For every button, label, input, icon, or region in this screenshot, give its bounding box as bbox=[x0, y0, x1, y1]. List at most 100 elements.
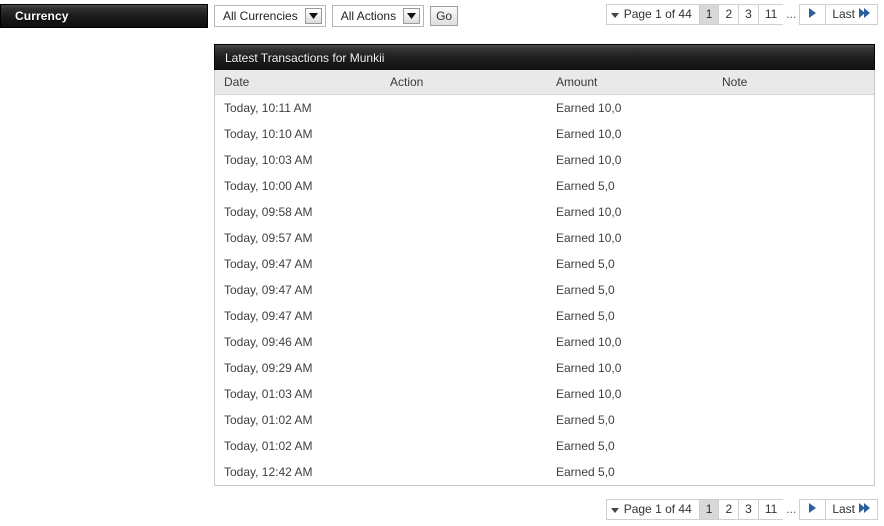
cell-note bbox=[713, 329, 874, 355]
cell-amount: Earned 5,0 bbox=[547, 277, 713, 303]
table-row[interactable]: Today, 01:03 AM Earned 10,0 bbox=[215, 381, 874, 407]
last-page-label: Last bbox=[832, 7, 855, 21]
play-right-icon bbox=[809, 500, 817, 519]
cell-action bbox=[381, 225, 547, 251]
page-ellipsis: ... bbox=[786, 502, 797, 516]
cell-action bbox=[381, 121, 547, 147]
cell-date: Today, 10:00 AM bbox=[215, 173, 381, 199]
cell-date: Today, 09:47 AM bbox=[215, 303, 381, 329]
last-page-label: Last bbox=[832, 502, 855, 516]
table-row[interactable]: Today, 01:02 AM Earned 5,0 bbox=[215, 407, 874, 433]
table-row[interactable]: Today, 10:11 AM Earned 10,0 bbox=[215, 94, 874, 121]
cell-action bbox=[381, 381, 547, 407]
cell-action bbox=[381, 173, 547, 199]
cell-date: Today, 10:10 AM bbox=[215, 121, 381, 147]
cell-amount: Earned 5,0 bbox=[547, 407, 713, 433]
cell-date: Today, 09:47 AM bbox=[215, 251, 381, 277]
page-ellipsis: ... bbox=[786, 7, 797, 21]
cell-amount: Earned 10,0 bbox=[547, 94, 713, 121]
cell-amount: Earned 5,0 bbox=[547, 433, 713, 459]
cell-note bbox=[713, 251, 874, 277]
page-root: Currency All Currencies All Actions Go P… bbox=[0, 0, 884, 526]
cell-amount: Earned 10,0 bbox=[547, 121, 713, 147]
play-right-icon bbox=[809, 5, 817, 24]
transactions-table: Date Action Amount Note Today, 10:11 AM E… bbox=[215, 70, 874, 485]
cell-date: Today, 09:58 AM bbox=[215, 199, 381, 225]
column-header-amount[interactable]: Amount bbox=[547, 70, 713, 95]
table-head: Date Action Amount Note bbox=[215, 70, 874, 95]
cell-note bbox=[713, 199, 874, 225]
cell-note bbox=[713, 433, 874, 459]
last-page-button[interactable]: Last bbox=[825, 4, 878, 25]
go-button[interactable]: Go bbox=[430, 6, 459, 26]
cell-note bbox=[713, 121, 874, 147]
table-row[interactable]: Today, 09:57 AM Earned 10,0 bbox=[215, 225, 874, 251]
cell-date: Today, 09:47 AM bbox=[215, 277, 381, 303]
table-row[interactable]: Today, 09:29 AM Earned 10,0 bbox=[215, 355, 874, 381]
cell-action bbox=[381, 251, 547, 277]
cell-note bbox=[713, 225, 874, 251]
next-page-button[interactable] bbox=[799, 4, 826, 25]
caret-down-icon bbox=[610, 5, 619, 24]
page-indicator-dropdown[interactable]: Page 1 of 44 bbox=[605, 499, 699, 520]
table-row[interactable]: Today, 01:02 AM Earned 5,0 bbox=[215, 433, 874, 459]
chevron-down-icon[interactable] bbox=[403, 8, 421, 24]
table-row[interactable]: Today, 09:47 AM Earned 5,0 bbox=[215, 277, 874, 303]
caret-down-icon bbox=[610, 500, 619, 519]
page-link-2[interactable]: 2 bbox=[718, 4, 739, 25]
cell-note bbox=[713, 381, 874, 407]
last-page-button[interactable]: Last bbox=[825, 499, 878, 520]
page-link-2[interactable]: 2 bbox=[718, 499, 739, 520]
chevron-down-icon[interactable] bbox=[304, 8, 322, 24]
cell-date: Today, 10:03 AM bbox=[215, 147, 381, 173]
page-link-11[interactable]: 11 bbox=[757, 4, 784, 25]
cell-action bbox=[381, 199, 547, 225]
cell-action bbox=[381, 407, 547, 433]
table-row[interactable]: Today, 10:03 AM Earned 10,0 bbox=[215, 147, 874, 173]
transactions-panel: Latest Transactions for Munkii Date Acti… bbox=[214, 44, 875, 486]
cell-amount: Earned 5,0 bbox=[547, 459, 713, 485]
page-link-1[interactable]: 1 bbox=[698, 4, 719, 25]
page-link-3[interactable]: 3 bbox=[738, 499, 758, 520]
table-row[interactable]: Today, 09:47 AM Earned 5,0 bbox=[215, 251, 874, 277]
table-row[interactable]: Today, 09:47 AM Earned 5,0 bbox=[215, 303, 874, 329]
cell-action bbox=[381, 147, 547, 173]
section-header-currency: Currency bbox=[0, 4, 208, 28]
page-indicator-label: Page 1 of 44 bbox=[623, 7, 692, 21]
double-chevron-right-icon bbox=[859, 5, 871, 24]
cell-action bbox=[381, 329, 547, 355]
page-link-1[interactable]: 1 bbox=[698, 499, 719, 520]
column-header-date[interactable]: Date bbox=[215, 70, 381, 95]
column-header-note[interactable]: Note bbox=[713, 70, 874, 95]
currency-filter-select[interactable]: All Currencies bbox=[214, 5, 326, 27]
column-header-action[interactable]: Action bbox=[381, 70, 547, 95]
pagination-top: Page 1 of 44 1 2 3 11 ... Last bbox=[605, 4, 878, 25]
page-link-11[interactable]: 11 bbox=[757, 499, 784, 520]
table-row[interactable]: Today, 09:58 AM Earned 10,0 bbox=[215, 199, 874, 225]
cell-amount: Earned 5,0 bbox=[547, 303, 713, 329]
cell-date: Today, 01:02 AM bbox=[215, 433, 381, 459]
cell-amount: Earned 10,0 bbox=[547, 329, 713, 355]
panel-title: Latest Transactions for Munkii bbox=[214, 44, 875, 70]
table-row[interactable]: Today, 10:00 AM Earned 5,0 bbox=[215, 173, 874, 199]
currency-filter-value: All Currencies bbox=[223, 9, 298, 23]
table-row[interactable]: Today, 12:42 AM Earned 5,0 bbox=[215, 459, 874, 485]
cell-amount: Earned 5,0 bbox=[547, 173, 713, 199]
cell-action bbox=[381, 355, 547, 381]
cell-amount: Earned 10,0 bbox=[547, 147, 713, 173]
cell-action bbox=[381, 303, 547, 329]
action-filter-select[interactable]: All Actions bbox=[331, 5, 425, 27]
table-row[interactable]: Today, 10:10 AM Earned 10,0 bbox=[215, 121, 874, 147]
section-header-title: Currency bbox=[15, 9, 69, 23]
filter-toolbar: All Currencies All Actions Go bbox=[214, 3, 459, 29]
cell-date: Today, 09:46 AM bbox=[215, 329, 381, 355]
page-indicator-label: Page 1 of 44 bbox=[623, 502, 692, 516]
cell-note bbox=[713, 277, 874, 303]
table-row[interactable]: Today, 09:46 AM Earned 10,0 bbox=[215, 329, 874, 355]
next-page-button[interactable] bbox=[799, 499, 826, 520]
page-link-3[interactable]: 3 bbox=[738, 4, 758, 25]
cell-action bbox=[381, 459, 547, 485]
cell-action bbox=[381, 433, 547, 459]
cell-date: Today, 09:57 AM bbox=[215, 225, 381, 251]
page-indicator-dropdown[interactable]: Page 1 of 44 bbox=[605, 4, 699, 25]
